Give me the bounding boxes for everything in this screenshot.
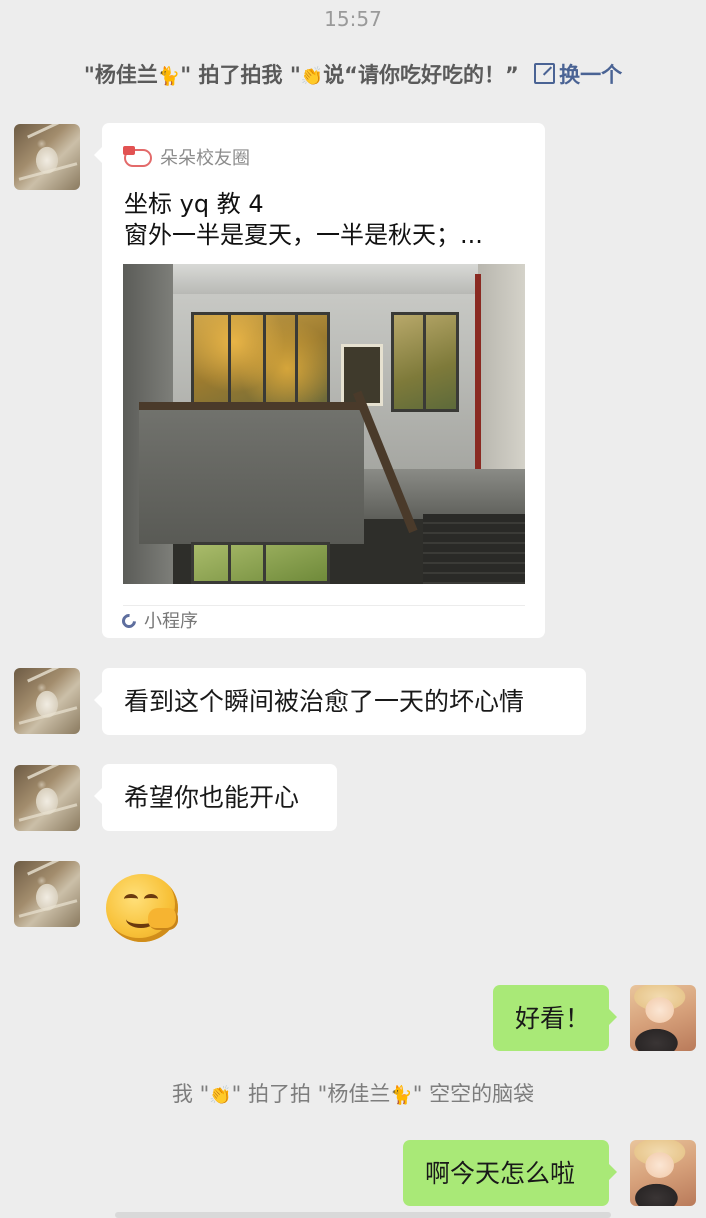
photo-stairs	[423, 514, 525, 584]
message-text: 看到这个瞬间被治愈了一天的坏心情	[124, 687, 525, 716]
card-title-line1: 坐标 yq 教 4	[124, 190, 264, 218]
avatar-self[interactable]	[630, 985, 696, 1051]
message-text: 希望你也能开心	[124, 783, 300, 812]
message-text: 啊今天怎么啦	[425, 1159, 576, 1188]
message-bubble-outgoing[interactable]: 啊今天怎么啦	[403, 1140, 617, 1206]
scroll-indicator	[115, 1212, 611, 1218]
avatar-contact[interactable]	[14, 861, 80, 927]
card-divider	[123, 605, 525, 606]
mini-program-icon	[119, 611, 139, 631]
pat-emoji-icon: 🐈	[390, 1085, 413, 1106]
card-footer: 小程序	[119, 610, 198, 634]
avatar-self[interactable]	[630, 1140, 696, 1206]
photo-window-left	[191, 312, 330, 407]
avatar-contact[interactable]	[14, 765, 80, 831]
pat-prefix: "杨佳兰	[83, 63, 158, 87]
duoduo-logo-icon	[123, 146, 152, 167]
card-title-line2: 窗外一半是夏天，一半是秋天；...	[124, 221, 483, 249]
change-pat-button[interactable]: 换一个	[534, 63, 622, 87]
pat-emoji-icon: 🐈	[157, 66, 181, 87]
change-pat-label: 换一个	[559, 63, 623, 87]
card-title: 坐标 yq 教 4 窗外一半是夏天，一半是秋天；...	[124, 189, 483, 251]
photo-stair-wall	[139, 404, 364, 544]
pat-mid: " 拍了拍我 "	[180, 63, 301, 87]
avatar-contact[interactable]	[14, 124, 80, 190]
photo-window-lower	[191, 542, 330, 584]
edit-icon	[534, 63, 556, 84]
card-source-name: 朵朵校友圈	[160, 148, 250, 169]
message-bubble-incoming[interactable]: 希望你也能开心	[94, 764, 337, 831]
pat-emoji-icon: 👏	[300, 66, 324, 87]
photo-pipe	[475, 274, 481, 474]
sly-smile-emoji[interactable]	[106, 874, 178, 942]
photo-handrail	[139, 402, 364, 410]
timestamp: 15:57	[324, 7, 382, 31]
message-text: 好看！	[515, 1004, 591, 1033]
photo-ceiling	[123, 264, 525, 294]
message-bubble-incoming[interactable]: 看到这个瞬间被治愈了一天的坏心情	[94, 668, 586, 735]
photo-right-wall	[478, 264, 525, 479]
card-source: 朵朵校友圈	[123, 146, 250, 171]
avatar-contact[interactable]	[14, 668, 80, 734]
mini-program-label: 小程序	[144, 611, 198, 632]
card-photo	[123, 264, 525, 584]
message-bubble-outgoing[interactable]: 好看！	[493, 985, 617, 1051]
pat-mid: " 拍了拍 "杨佳兰	[231, 1082, 391, 1106]
pat-suffix: 说“请你吃好吃的！”	[323, 63, 519, 87]
pat-notice-top: "杨佳兰🐈" 拍了拍我 "👏说“请你吃好吃的！” 换一个	[0, 59, 706, 89]
pat-emoji-icon: 👏	[209, 1085, 232, 1106]
pat-prefix: 我 "	[171, 1082, 210, 1106]
pat-suffix: " 空空的脑袋	[412, 1082, 535, 1106]
mini-program-card[interactable]: 朵朵校友圈 坐标 yq 教 4 窗外一半是夏天，一半是秋天；... 小程序	[94, 123, 545, 638]
pat-notice-bottom: 我 "👏" 拍了拍 "杨佳兰🐈" 空空的脑袋	[0, 1078, 706, 1108]
